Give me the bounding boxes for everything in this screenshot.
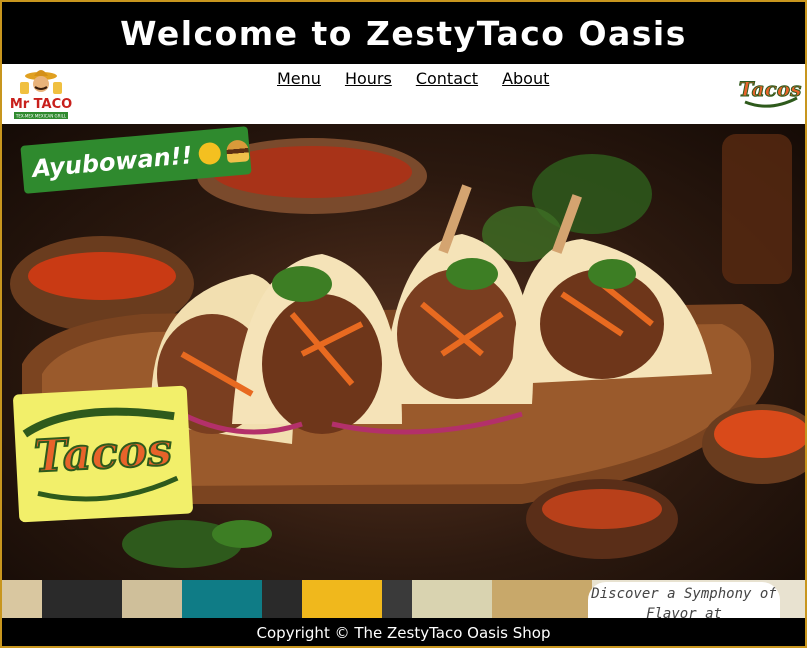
title-bar: Welcome to ZestyTaco Oasis [2,2,805,64]
tacos-badge: Tacos [12,385,194,523]
mr-taco-logo-text: Mr TACO [10,97,72,112]
burger-icon [225,139,250,164]
page-frame: Welcome to ZestyTaco Oasis Mr TACO TEX-M… [0,0,807,648]
nav-links: Menu Hours Contact About [277,69,549,88]
nav-bar: Mr TACO TEX-MEX MEXICAN GRILL Menu Hours… [2,64,805,124]
nav-contact-link[interactable]: Contact [416,69,478,88]
mr-taco-logo-icon[interactable]: Mr TACO TEX-MEX MEXICAN GRILL [10,66,72,122]
greeting-text: Ayubowan!! [31,141,194,184]
smiling-face-icon [197,141,222,166]
nav-menu-link[interactable]: Menu [277,69,321,88]
nav-hours-link[interactable]: Hours [345,69,392,88]
tacos-badge-logo-icon: Tacos [22,407,179,502]
tacos-logo-icon[interactable]: Tacos [737,64,803,116]
copyright-text: Copyright © The ZestyTaco Oasis Shop [256,624,551,642]
footer: Copyright © The ZestyTaco Oasis Shop [2,618,805,646]
mr-taco-logo-subtext: TEX-MEX MEXICAN GRILL [15,114,67,119]
promo-text: Discover a Symphony of Flavor at [591,586,777,622]
page-title: Welcome to ZestyTaco Oasis [120,13,687,53]
tacos-logo-text: Tacos [739,77,802,101]
promo-bubble: Discover a Symphony of Flavor at [588,582,780,622]
nav-about-link[interactable]: About [502,69,549,88]
tacos-badge-text: Tacos [33,424,173,482]
